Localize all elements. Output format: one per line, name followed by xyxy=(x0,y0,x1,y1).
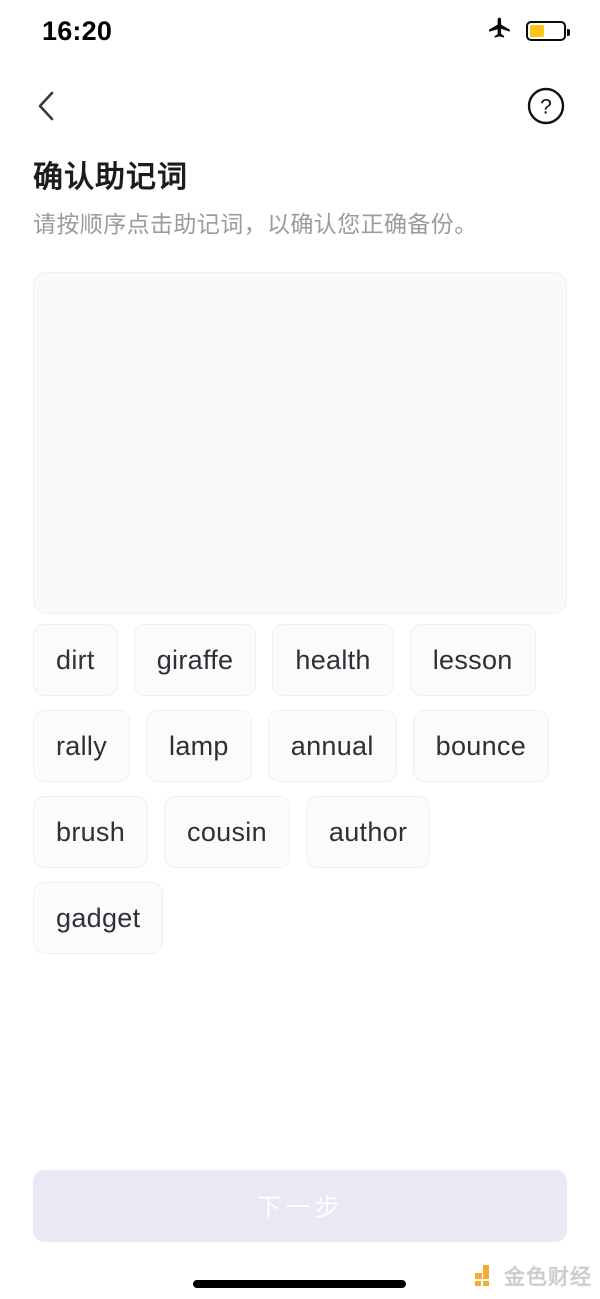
selected-words-area[interactable] xyxy=(33,272,567,614)
word-chip[interactable]: lamp xyxy=(146,710,252,782)
word-chip[interactable]: lesson xyxy=(409,624,536,696)
word-chip[interactable]: giraffe xyxy=(133,624,257,696)
watermark-text: 金色财经 xyxy=(504,1266,592,1289)
page-heading: 确认助记词 请按顺序点击助记词，以确认您正确备份。 xyxy=(33,158,567,240)
status-indicators xyxy=(487,16,570,47)
back-button[interactable] xyxy=(22,82,70,130)
page-title: 确认助记词 xyxy=(33,161,188,194)
page-subtitle: 请按顺序点击助记词，以确认您正确备份。 xyxy=(33,211,478,237)
home-indicator xyxy=(193,1280,406,1288)
word-pool: dirt giraffe health lesson rally lamp annual bo… xyxy=(33,624,567,954)
help-button[interactable]: ? xyxy=(522,82,570,130)
svg-text:?: ? xyxy=(540,96,552,119)
word-chip[interactable]: health xyxy=(272,624,394,696)
question-mark-circle-icon: ? xyxy=(527,87,565,125)
jinse-finance-logo-icon xyxy=(475,1265,489,1286)
word-chip[interactable]: author xyxy=(305,796,431,868)
status-bar: 16:20 xyxy=(0,0,600,62)
battery-icon xyxy=(526,21,570,41)
airplane-mode-icon xyxy=(487,16,513,47)
word-chip[interactable]: cousin xyxy=(164,796,290,868)
chevron-left-icon xyxy=(38,91,54,121)
battery-fill xyxy=(530,25,545,37)
word-chip[interactable]: gadget xyxy=(33,882,164,954)
word-chip[interactable]: brush xyxy=(33,796,149,868)
word-chip[interactable]: rally xyxy=(33,710,131,782)
word-chip[interactable]: bounce xyxy=(412,710,550,782)
status-time: 16:20 xyxy=(42,15,113,46)
phone-screen: 16:20 ? 确认助记词 请按顺序点击助记词，以确认您正确备份。 dirt g… xyxy=(0,0,600,1299)
watermark: 金色财经 xyxy=(473,1261,592,1291)
word-chip[interactable]: dirt xyxy=(33,624,118,696)
navigation-bar: ? xyxy=(0,62,600,150)
next-button[interactable]: 下一步 xyxy=(33,1170,567,1242)
word-chip[interactable]: annual xyxy=(267,710,397,782)
